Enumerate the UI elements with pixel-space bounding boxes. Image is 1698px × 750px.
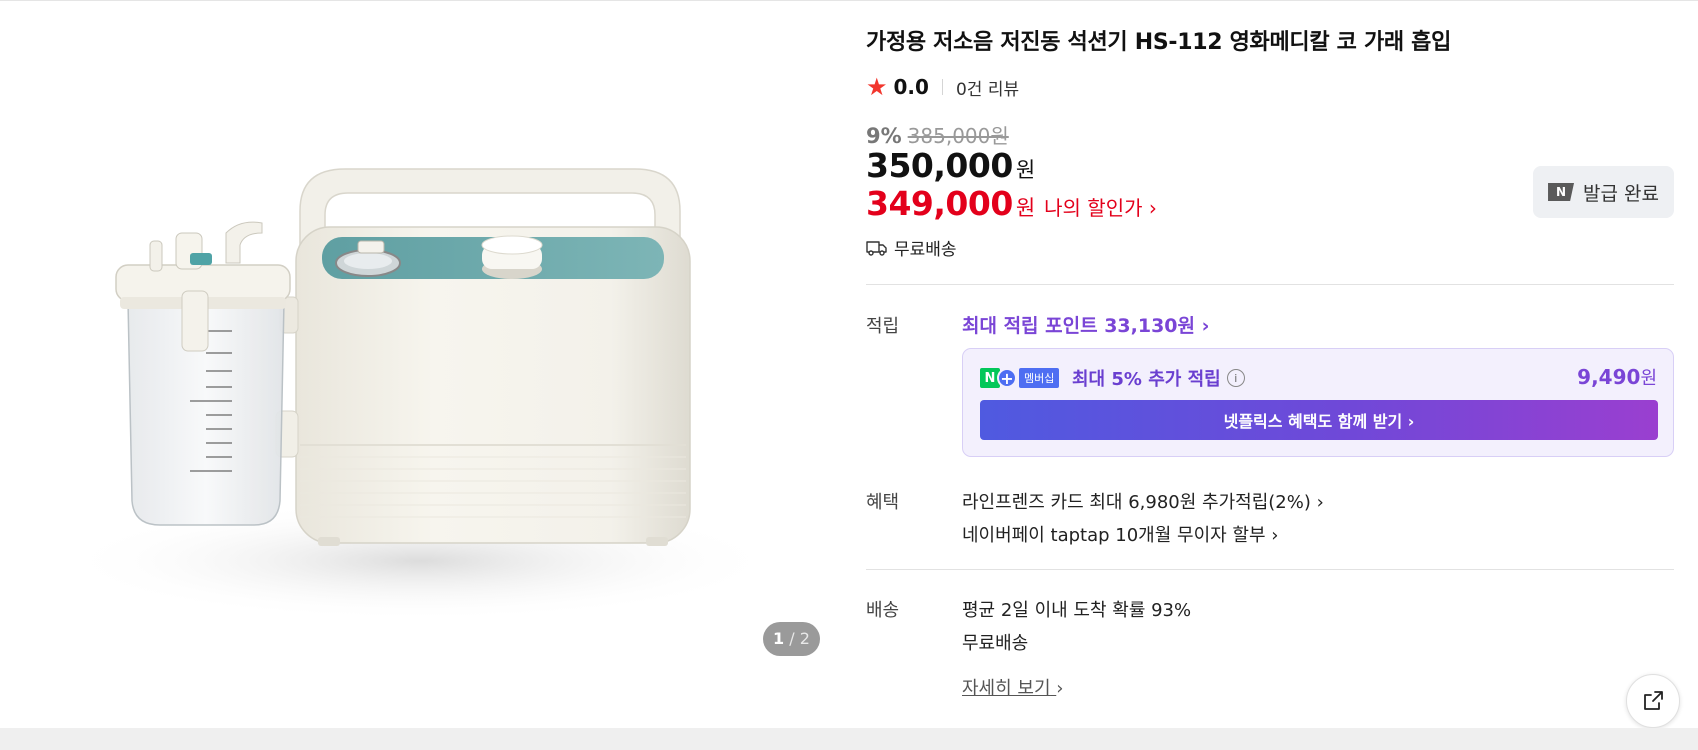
info-icon[interactable]: i bbox=[1226, 369, 1245, 387]
benefit-card-link[interactable]: 라인프렌즈 카드 최대 6,980원 추가적립(2%) › bbox=[962, 488, 1324, 514]
membership-amount-value: 9,490 bbox=[1577, 365, 1641, 389]
delivery-arrival-rate: 평균 2일 이내 도착 확률 93% bbox=[962, 600, 1192, 621]
max-points-link[interactable]: 최대 적립 포인트 33,130원 › bbox=[962, 311, 1209, 338]
divider bbox=[866, 569, 1674, 570]
benefits-label: 혜택 bbox=[866, 492, 900, 513]
coupon-issued-button[interactable]: N 발급 완료 bbox=[1533, 166, 1674, 218]
share-icon bbox=[1644, 691, 1663, 710]
sale-price-unit: 원 bbox=[1015, 158, 1036, 182]
rating-row[interactable]: ★ 0.0 0건 리뷰 bbox=[866, 74, 1019, 100]
benefit-installment-link[interactable]: 네이버페이 taptap 10개월 무이자 할부 › bbox=[962, 521, 1278, 547]
my-discount-price-unit: 원 bbox=[1015, 196, 1036, 220]
plus-icon: + bbox=[997, 368, 1017, 388]
product-title: 가정용 저소음 저진동 석션기 HS-112 영화메디칼 코 가래 흡입 bbox=[866, 30, 1452, 55]
membership-amount: 9,490원 bbox=[1577, 364, 1657, 390]
delivery-label: 배송 bbox=[866, 600, 900, 621]
membership-box: N + 멤버십 최대 5% 추가 적립 i 9,490원 넷플릭스 혜택도 함께… bbox=[962, 348, 1674, 457]
shipping-row: 무료배송 bbox=[866, 235, 957, 260]
delivery-detail-text: 자세히 보기 bbox=[962, 678, 1051, 699]
membership-text: 멤버십 bbox=[1019, 368, 1060, 388]
image-pager[interactable]: 1 / 2 bbox=[763, 622, 820, 656]
bottom-bar bbox=[0, 728, 1698, 750]
coupon-label: 발급 완료 bbox=[1583, 182, 1659, 205]
review-count: 0건 리뷰 bbox=[955, 79, 1020, 100]
delivery-free-shipping: 무료배송 bbox=[962, 633, 1029, 654]
chevron-right-icon: › bbox=[1056, 678, 1064, 699]
pager-total: 2 bbox=[799, 629, 810, 648]
delivery-detail-link[interactable]: 자세히 보기 › bbox=[962, 674, 1063, 700]
points-label: 적립 bbox=[866, 316, 900, 337]
sale-price-row: 350,000 원 bbox=[866, 146, 1035, 185]
membership-extra-text: 최대 5% 추가 적립 bbox=[1072, 369, 1221, 390]
my-discount-price: 349,000 bbox=[866, 184, 1013, 223]
netflix-benefit-button[interactable]: 넷플릭스 혜택도 함께 받기 › bbox=[980, 400, 1658, 440]
coupon-n-icon: N bbox=[1548, 183, 1575, 201]
product-image bbox=[60, 168, 780, 621]
truck-icon bbox=[866, 240, 887, 256]
membership-extra: 최대 5% 추가 적립 i bbox=[1072, 365, 1245, 391]
product-image-gallery[interactable]: 1 / 2 bbox=[0, 1, 840, 728]
discount-percent: 9% bbox=[866, 124, 902, 148]
pager-current: 1 bbox=[773, 629, 785, 648]
shipping-text: 무료배송 bbox=[894, 240, 957, 260]
membership-amount-unit: 원 bbox=[1640, 368, 1657, 389]
my-price-row: 349,000 원 나의 할인가 › bbox=[866, 184, 1157, 223]
original-price: 385,000원 bbox=[907, 124, 1009, 148]
sale-price: 350,000 bbox=[866, 146, 1013, 185]
product-info: 가정용 저소음 저진동 석션기 HS-112 영화메디칼 코 가래 흡입 ★ 0… bbox=[866, 0, 1674, 728]
star-icon: ★ bbox=[866, 73, 888, 101]
share-button[interactable] bbox=[1626, 674, 1680, 728]
rating-divider bbox=[941, 79, 943, 95]
my-price-link[interactable]: 나의 할인가 › bbox=[1044, 192, 1157, 221]
discount-row: 9% 385,000원 bbox=[866, 120, 1009, 149]
pager-separator: / bbox=[789, 629, 795, 648]
rating-score: 0.0 bbox=[893, 75, 929, 99]
divider bbox=[866, 284, 1674, 285]
membership-badge: N + 멤버십 bbox=[980, 367, 1060, 389]
